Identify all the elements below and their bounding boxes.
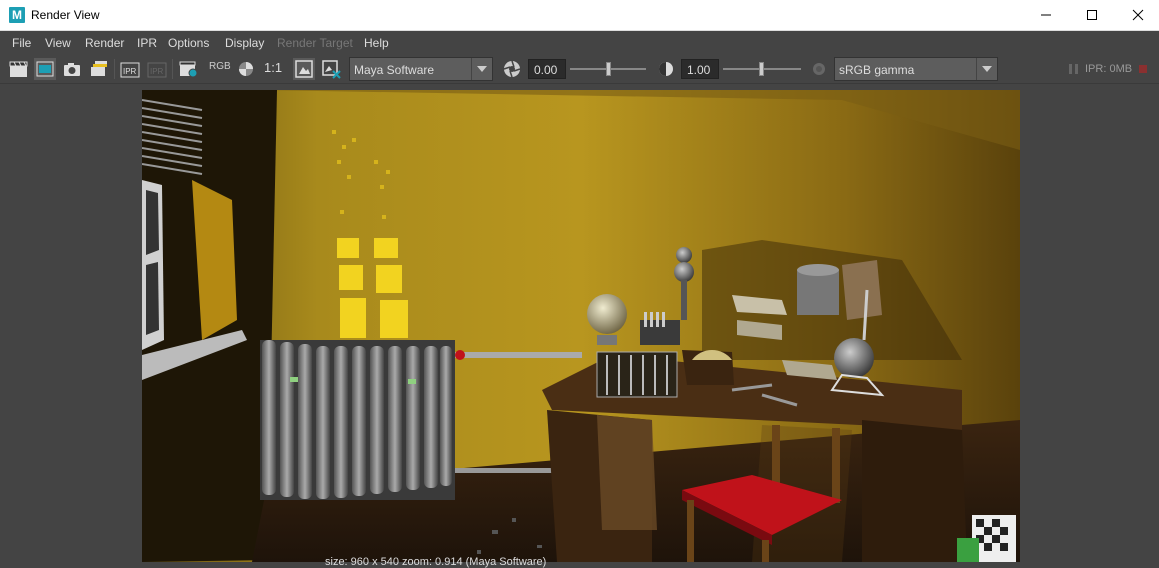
pause-icon: [1069, 64, 1078, 74]
alpha-channel-button[interactable]: [235, 58, 257, 80]
close-button[interactable]: [1115, 0, 1159, 31]
menu-bar: File View Render IPR Options Display Ren…: [0, 31, 1159, 54]
exposure-field[interactable]: 0.00: [528, 59, 566, 79]
maximize-button[interactable]: [1069, 0, 1115, 31]
toolbar-separator: [172, 59, 173, 79]
menu-render[interactable]: Render: [85, 36, 124, 50]
color-management-button: [808, 58, 830, 80]
redo-render-button[interactable]: [8, 58, 30, 80]
gamma-slider-handle[interactable]: [759, 62, 764, 76]
render-settings-button[interactable]: [178, 58, 200, 80]
menu-file[interactable]: File: [12, 36, 31, 50]
gamma-button[interactable]: [655, 58, 677, 80]
exposure-button[interactable]: [501, 58, 523, 80]
gamma-value: 1.00: [687, 63, 711, 77]
exposure-slider-handle[interactable]: [606, 62, 611, 76]
stop-icon: [1139, 65, 1147, 73]
svg-text:IPR: IPR: [150, 67, 164, 76]
checker-alpha-icon: [239, 62, 253, 76]
menu-view[interactable]: View: [45, 36, 71, 50]
renderer-value: Maya Software: [354, 63, 435, 77]
close-icon: [1132, 9, 1144, 21]
color-space-dropdown[interactable]: sRGB gamma: [834, 57, 998, 81]
clapboard-icon: [9, 61, 28, 77]
rgb-channel-button[interactable]: RGB: [209, 61, 231, 72]
maya-app-icon: M: [9, 7, 25, 23]
menu-ipr[interactable]: IPR: [137, 36, 157, 50]
minimize-icon: [1041, 14, 1051, 16]
remove-image-icon: [322, 60, 341, 79]
remove-image-button[interactable]: [320, 58, 342, 80]
render-viewport[interactable]: size: 960 x 540 zoom: 0.914 (Maya Softwa…: [4, 84, 1155, 568]
ipr-refresh-icon: IPR: [147, 62, 167, 78]
maximize-icon: [1087, 10, 1097, 20]
chevron-down-icon: [976, 58, 997, 80]
pause-ipr-button[interactable]: [1063, 58, 1085, 80]
render-settings-icon: [179, 61, 198, 78]
menu-display[interactable]: Display: [225, 36, 264, 50]
stop-ipr-button[interactable]: [1135, 58, 1157, 80]
gamma-half-circle-icon: [659, 62, 673, 76]
keep-image-button[interactable]: [293, 58, 315, 80]
real-size-button[interactable]: 1:1: [264, 60, 282, 75]
color-space-value: sRGB gamma: [839, 63, 915, 77]
menu-help[interactable]: Help: [364, 36, 389, 50]
color-management-icon: [813, 63, 825, 75]
exposure-value: 0.00: [534, 63, 558, 77]
render-toolbar: IPR IPR RGB 1:1 Maya Software 0.00 1.00 …: [0, 54, 1159, 84]
keep-image-icon: [295, 60, 313, 78]
gamma-field[interactable]: 1.00: [681, 59, 719, 79]
render-region-button[interactable]: [34, 58, 56, 80]
window-title: Render View: [31, 8, 100, 22]
rendered-image[interactable]: [142, 90, 1020, 562]
title-bar: M Render View: [0, 0, 1159, 31]
camera-icon: [64, 63, 80, 76]
svg-text:IPR: IPR: [123, 67, 137, 76]
chevron-down-icon: [471, 58, 492, 80]
ipr-icon: IPR: [120, 62, 140, 78]
render-info-text: size: 960 x 540 zoom: 0.914 (Maya Softwa…: [325, 556, 547, 568]
menu-render-target: Render Target: [277, 36, 353, 50]
render-sequence-button[interactable]: [88, 58, 110, 80]
renderer-dropdown[interactable]: Maya Software: [349, 57, 493, 81]
aperture-icon: [503, 60, 521, 78]
region-clapboard-icon: [36, 61, 54, 77]
ipr-memory-status: IPR: 0MB: [1085, 63, 1133, 75]
refresh-ipr-button: IPR: [146, 58, 168, 80]
toolbar-separator: [114, 59, 115, 79]
sequence-icon: [91, 61, 107, 76]
snapshot-button[interactable]: [61, 58, 83, 80]
minimize-button[interactable]: [1023, 0, 1069, 31]
menu-options[interactable]: Options: [168, 36, 209, 50]
ipr-render-button[interactable]: IPR: [119, 58, 141, 80]
rendered-scene: [142, 90, 1020, 562]
